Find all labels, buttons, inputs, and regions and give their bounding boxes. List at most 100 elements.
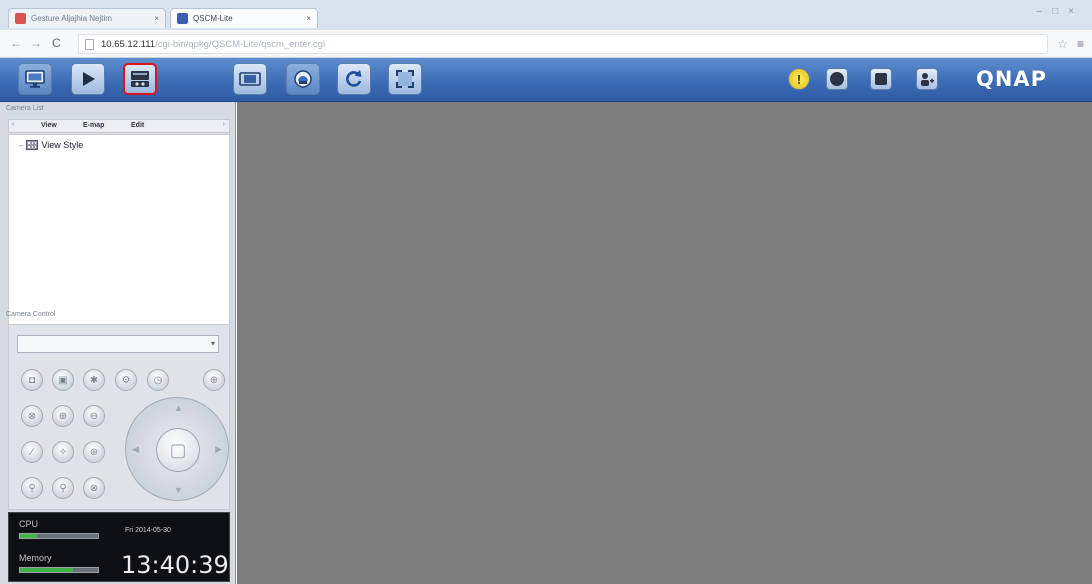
bookmark-star-icon[interactable]: ☆ xyxy=(1057,37,1068,51)
camera-list-tabs: ‹ View E-map Edit › xyxy=(8,119,230,133)
lock-icon: ▢ xyxy=(169,439,187,460)
clock-icon: ◷ xyxy=(153,374,163,386)
record-camera-button[interactable]: ▣ xyxy=(52,369,74,391)
zoom-fit-icon: ⊗ xyxy=(27,410,37,422)
camera-snapshot-icon: ◘ xyxy=(28,374,36,386)
close-tab-icon[interactable]: × xyxy=(306,14,311,23)
tab-scroll-left-icon[interactable]: ‹ xyxy=(12,121,14,128)
globe-icon: ⊕ xyxy=(209,374,219,386)
ptz-home-button[interactable]: ▢ xyxy=(156,428,200,472)
brightness-button[interactable]: ⊛ xyxy=(83,441,105,463)
tree-item-view-style[interactable]: – View Style xyxy=(19,140,83,150)
patrol-button[interactable]: ⚲ xyxy=(52,477,74,499)
live-view-area[interactable] xyxy=(237,102,1092,584)
preset-button[interactable]: ⚲ xyxy=(21,477,43,499)
message-button[interactable] xyxy=(870,68,892,90)
recording-settings-button[interactable] xyxy=(123,63,157,95)
refresh-icon xyxy=(346,70,362,87)
url-input[interactable]: 10.65.12.111/cgi-bin/qpkg/QSCM-Lite/qscm… xyxy=(78,34,1048,54)
qnap-favicon-icon xyxy=(177,13,188,24)
cpu-label: CPU xyxy=(19,519,39,529)
window-controls[interactable]: –□× xyxy=(1037,6,1084,17)
pan-down-arrow-icon[interactable]: ▼ xyxy=(174,485,183,495)
pan-up-arrow-icon[interactable]: ▲ xyxy=(174,403,183,413)
ptz-joystick[interactable]: ▲ ▼ ◀ ▶ ▢ xyxy=(125,397,229,501)
ptz-config-button[interactable]: ⊕ xyxy=(203,369,225,391)
url-host: 10.65.12.111 xyxy=(101,39,156,50)
refresh-button[interactable] xyxy=(337,63,371,95)
zoom-fit-button[interactable]: ⊗ xyxy=(21,405,43,427)
status-date: Fri 2014-05-30 xyxy=(125,527,171,534)
clock-button[interactable]: ◷ xyxy=(147,369,169,391)
sequence-icon xyxy=(294,70,312,88)
browser-tab-1[interactable]: Gesture Aljajhia Nejtim × xyxy=(8,8,166,28)
reload-icon[interactable]: C xyxy=(52,36,61,50)
user-icon xyxy=(921,73,934,86)
tree-item-label: View Style xyxy=(41,140,84,150)
memory-label: Memory xyxy=(19,553,52,563)
zoom-out-icon: ⊖ xyxy=(89,410,99,422)
alert-button[interactable]: ! xyxy=(788,68,810,90)
iris-button[interactable]: ✧ xyxy=(52,441,74,463)
focus-icon: ∕ xyxy=(31,446,33,458)
cpu-usage-bar xyxy=(19,533,99,539)
camera-select[interactable]: ▾ xyxy=(17,335,219,353)
user-button[interactable] xyxy=(916,68,938,90)
tree-collapse-icon[interactable]: – xyxy=(19,141,23,150)
brightness-icon: ⊛ xyxy=(89,446,99,458)
browser-tab-strip: Gesture Aljajhia Nejtim × QSCM-Lite × –□… xyxy=(0,0,1092,30)
auto-pan-button[interactable]: ⊗ xyxy=(83,477,105,499)
playback-icon xyxy=(83,72,95,86)
qnap-logo: QNAP xyxy=(976,67,1048,91)
alert-icon: ! xyxy=(796,71,802,87)
qscm-lite-window: Gesture Aljajhia Nejtim × QSCM-Lite × –□… xyxy=(0,0,1092,584)
zoom-out-button[interactable]: ⊖ xyxy=(83,405,105,427)
chevron-down-icon: ▾ xyxy=(210,339,215,348)
address-bar: ← → C 10.65.12.111/cgi-bin/qpkg/QSCM-Lit… xyxy=(0,30,1092,58)
monitor-button[interactable] xyxy=(18,63,52,95)
auto-pan-icon: ⊗ xyxy=(89,482,99,494)
pan-left-arrow-icon[interactable]: ◀ xyxy=(132,444,139,455)
browser-menu-icon[interactable]: ≡ xyxy=(1077,37,1084,51)
settings-button[interactable]: ⚙ xyxy=(115,369,137,391)
fullscreen-icon xyxy=(396,70,414,88)
camera-list-header: Camera List xyxy=(6,105,44,112)
zoom-in-icon: ⊕ xyxy=(58,410,68,422)
status-clock: 13:40:39 xyxy=(121,551,229,579)
zoom-in-button[interactable]: ⊕ xyxy=(52,405,74,427)
view-grid-icon xyxy=(26,140,39,150)
record-button[interactable] xyxy=(826,68,848,90)
tab-edit[interactable]: Edit xyxy=(131,122,144,129)
window-layout-button[interactable] xyxy=(233,63,267,95)
camera-control-panel: ▾ ◘ ▣ ✱ ⚙ ◷ ⊕ ⊗ ⊕ ⊖ ∕ ✧ ⊛ ⚲ ⚲ ⊗ ▲ ▼ ◀ ▶ … xyxy=(8,324,230,510)
memory-usage-fill xyxy=(20,568,74,572)
forward-arrow-icon[interactable]: → xyxy=(30,36,42,50)
fullscreen-button[interactable] xyxy=(388,63,422,95)
tab-scroll-right-icon[interactable]: › xyxy=(223,121,225,128)
url-path: /cgi-bin/qpkg/QSCM-Lite/qscm_enter.cgi xyxy=(155,39,326,50)
close-tab-icon[interactable]: × xyxy=(154,14,159,23)
sequence-button[interactable] xyxy=(286,63,320,95)
focus-button[interactable]: ∕ xyxy=(21,441,43,463)
message-icon xyxy=(875,73,887,85)
record-icon xyxy=(830,72,844,86)
tab-e-map[interactable]: E-map xyxy=(83,122,104,129)
browser-tab-2[interactable]: QSCM-Lite × xyxy=(170,8,318,28)
location-pin-icon: ⚲ xyxy=(28,482,36,494)
browser-tab-title: Gesture Aljajhia Nejtim xyxy=(31,14,112,23)
snapshot-button[interactable]: ◘ xyxy=(21,369,43,391)
tab-view[interactable]: View xyxy=(41,122,57,129)
memory-usage-bar xyxy=(19,567,99,573)
playback-button[interactable] xyxy=(71,63,105,95)
back-arrow-icon[interactable]: ← xyxy=(10,36,22,50)
monitor-icon xyxy=(25,70,45,88)
page-favicon-icon xyxy=(15,13,26,24)
gear-icon: ⚙ xyxy=(121,374,131,386)
page-icon xyxy=(85,39,94,50)
recording-settings-icon xyxy=(131,71,149,87)
camera-control-header: Camera Control xyxy=(6,311,56,318)
pan-right-arrow-icon[interactable]: ▶ xyxy=(215,444,222,455)
browser-tab-title: QSCM-Lite xyxy=(193,14,233,23)
audio-button[interactable]: ✱ xyxy=(83,369,105,391)
speaker-icon: ✱ xyxy=(89,374,99,386)
